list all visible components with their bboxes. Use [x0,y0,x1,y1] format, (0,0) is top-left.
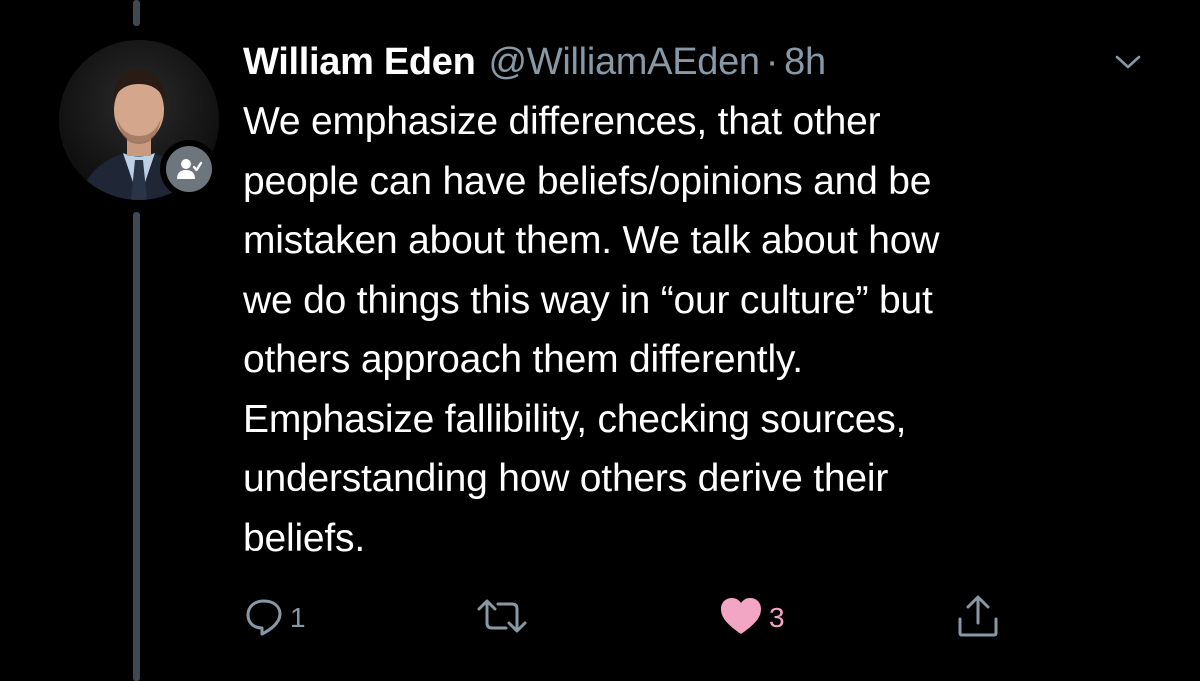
retweet-icon [476,595,528,642]
heart-icon [718,595,764,642]
like-count: 3 [769,602,785,633]
thread-line-top [133,0,140,26]
thread-line-bottom [133,212,140,681]
reply-count: 1 [290,602,306,633]
tweet-text-line: Emphasize fallibility, checking sources, [243,397,907,441]
tweet-text-line: beliefs. [243,516,365,560]
user-handle[interactable]: @WilliamAEden [489,41,761,84]
share-button[interactable] [955,595,1001,640]
chevron-down-icon[interactable] [1112,46,1144,78]
share-icon [955,593,1001,644]
display-name[interactable]: William Eden [243,41,476,84]
tweet-text-line: We emphasize differences, that other [243,100,881,143]
reply-button[interactable]: 1 [243,596,306,640]
reply-icon [243,595,285,642]
follow-badge[interactable] [160,140,218,198]
tweet-text-line: we do things this way in “our culture” b… [243,278,933,322]
tweet-text-line: others approach them differently. [243,338,803,381]
tweet-text-line: mistaken about them. We talk about how [243,219,940,262]
tweet-text: We emphasize differences, that other peo… [243,92,1143,568]
retweet-button[interactable] [476,596,533,640]
separator-dot: · [765,40,779,83]
follow-person-icon [166,146,212,192]
tweet-text-line: people can have beliefs/opinions and be [243,159,932,203]
tweet-header: William Eden @WilliamAEden · 8h [243,38,826,86]
tweet-text-line: understanding how others derive their [243,457,889,500]
tweet-timestamp[interactable]: 8h [784,41,826,84]
like-button[interactable]: 3 [718,596,785,640]
